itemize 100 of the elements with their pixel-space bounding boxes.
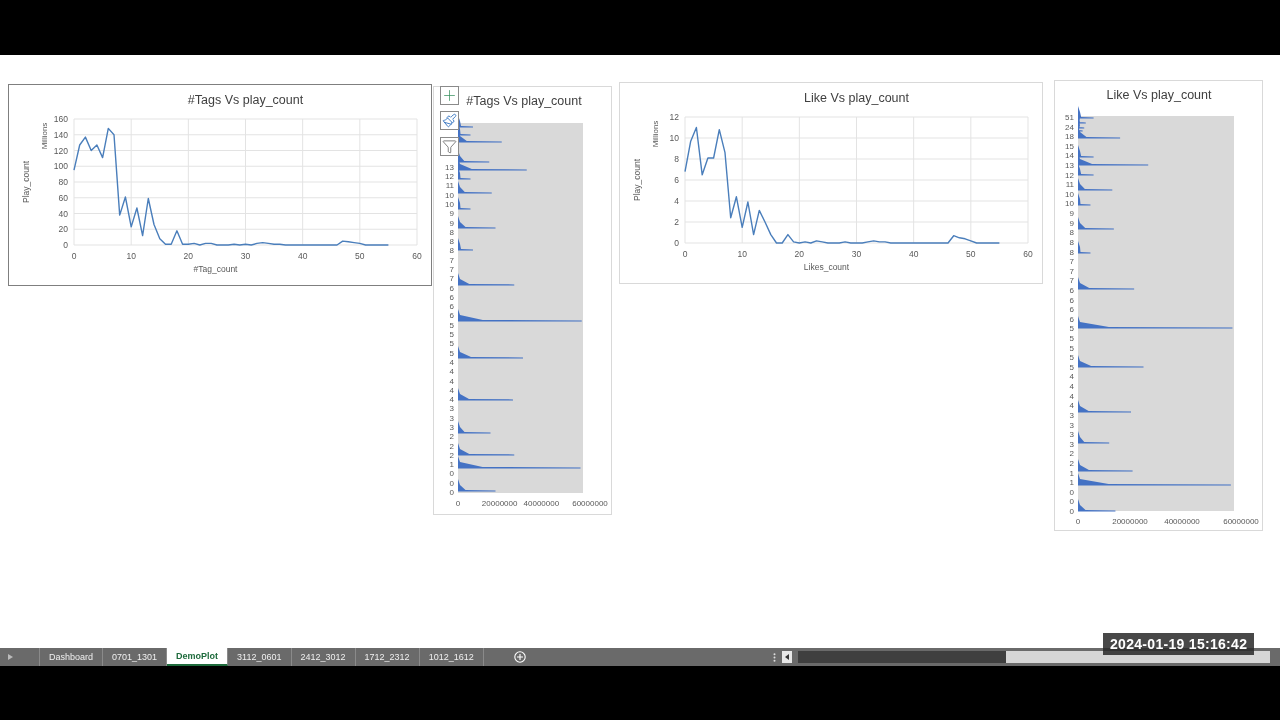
axis-tick-label: 120 xyxy=(53,145,68,156)
axis-tick-label: 13 xyxy=(1065,161,1074,171)
filter-icon xyxy=(442,139,457,154)
axis-tick-label: 3 xyxy=(1069,420,1074,430)
chart-panel[interactable]: #Tags Vs play_count 13 12 11 10 10 9 9 8 8 8 7 7 7 6 6 6 6 5 5 5 5 4 4 4 4 4 3 3 3 2 2 2 1 0 0 0 0 20000000 40000000 60000000 xyxy=(433,86,612,515)
axis-tick-label: 8 xyxy=(1069,237,1074,247)
axis-tick-label: 8 xyxy=(674,154,679,164)
chart-title: #Tags Vs play_count xyxy=(466,94,582,108)
axis-tick-label: 7 xyxy=(449,265,454,275)
chart-panel[interactable]: Like Vs play_count 0 2 4 6 8 10 12 0 10 20 30 40 50 60 Likes_count Play_count Millions xyxy=(619,82,1043,284)
axis-title: #Tag_count xyxy=(193,264,238,274)
axis-tick-label: 7 xyxy=(1069,257,1074,267)
axis-tick-label: 2 xyxy=(449,432,454,442)
add-sheet-icon[interactable] xyxy=(513,651,526,663)
plus-icon xyxy=(441,87,458,104)
axis-tick-label: 6 xyxy=(449,292,454,302)
scroll-tabs-icon[interactable] xyxy=(8,654,13,660)
axis-unit-label: Millions xyxy=(651,120,660,148)
axis-tick-label: 3 xyxy=(449,413,454,423)
axis-tick-label: 2 xyxy=(674,217,679,227)
axis-tick-label: 10 xyxy=(1065,199,1074,209)
chart-elements-button[interactable] xyxy=(440,86,459,105)
axis-tick-label: 4 xyxy=(449,357,454,367)
axis-tick-label: 7 xyxy=(449,255,454,265)
axis-tick-label: 5 xyxy=(449,339,454,349)
axis-tick-label: 0 xyxy=(63,240,68,250)
chart-title: Like Vs play_count xyxy=(1106,88,1212,102)
axis-unit-label: Millions xyxy=(40,122,49,150)
axis-tick-label: 8 xyxy=(1069,228,1074,238)
axis-tick-label: 40 xyxy=(297,251,308,261)
axis-tick-label: 5 xyxy=(449,320,454,330)
axis-tick-label: 60000000 xyxy=(572,499,608,508)
axis-tick-label: 0 xyxy=(1075,517,1081,526)
axis-tick-label: 1 xyxy=(449,460,454,470)
axis-tick-label: 1 xyxy=(1069,468,1074,478)
axis-tick-label: 40000000 xyxy=(1164,517,1200,526)
axis-tick-label: 5 xyxy=(449,348,454,358)
axis-tick-label: 11 xyxy=(1065,180,1074,190)
axis-tick-label: 1 xyxy=(1069,478,1074,488)
axis-tick-label: 4 xyxy=(449,376,454,386)
axis-tick-label: 11 xyxy=(445,181,454,191)
axis-tick-label: 10 xyxy=(737,249,747,259)
axis-tick-label: 15 xyxy=(1065,141,1074,151)
axis-tick-label: 7 xyxy=(1069,266,1074,276)
axis-tick-label: 8 xyxy=(449,227,454,237)
left-arrow-icon xyxy=(785,654,789,660)
split-handle-icon[interactable] xyxy=(773,652,776,662)
axis-tick-label: 3 xyxy=(449,404,454,414)
axis-tick-label: 2 xyxy=(449,441,454,451)
scroll-left-button[interactable] xyxy=(782,651,792,663)
axis-tick-label: 18 xyxy=(1065,132,1074,142)
axis-tick-label: 10 xyxy=(445,190,454,200)
chart-styles-button[interactable] xyxy=(440,111,459,130)
axis-tick-label: 6 xyxy=(1069,285,1074,295)
axis-tick-label: 12 xyxy=(669,112,679,122)
axis-tick-label: 9 xyxy=(449,218,454,228)
axis-tick-label: 10 xyxy=(126,251,136,261)
axis-tick-label: 7 xyxy=(1069,276,1074,286)
axis-tick-label: 4 xyxy=(1069,382,1074,392)
sheet-tab[interactable]: DemoPlot xyxy=(167,648,229,666)
axis-tick-label: 160 xyxy=(53,114,68,124)
axis-tick-label: 80 xyxy=(58,177,68,187)
chart-panel[interactable]: Like Vs play_count 51 24 18 15 14 13 12 11 10 10 9 9 8 8 8 7 7 7 6 6 6 6 5 5 5 5 5 4 4 4 4 3 3 3 3 2 2 1 1 0 0 0 0 20000000 40000000 60000000 xyxy=(1054,80,1263,531)
axis-tick-label: 24 xyxy=(1065,122,1074,132)
axis-tick-label: 5 xyxy=(1069,324,1074,334)
axis-tick-label: 14 xyxy=(1065,151,1074,161)
axis-tick-label: 5 xyxy=(1069,334,1074,343)
axis-tick-label: 60000000 xyxy=(1223,517,1259,526)
axis-tick-label: 4 xyxy=(674,196,679,206)
axis-tick-label: 2 xyxy=(1069,449,1074,459)
axis-tick-label: 0 xyxy=(449,478,454,488)
axis-tick-label: 0 xyxy=(449,469,454,479)
axis-tick-label: 3 xyxy=(449,422,454,432)
axis-tick-label: 8 xyxy=(449,246,454,256)
timestamp: 2024-01-19 15:16:42 xyxy=(1103,633,1255,655)
axis-tick-label: 12 xyxy=(445,172,454,182)
axis-tick-label: 6 xyxy=(1069,305,1074,315)
axis-tick-label: 4 xyxy=(1069,391,1074,401)
axis-tick-label: 6 xyxy=(449,283,454,293)
axis-title: Likes_count xyxy=(803,262,850,272)
axis-tick-label: 40000000 xyxy=(523,499,560,508)
axis-tick-label: 4 xyxy=(1069,401,1074,411)
axis-tick-label: 6 xyxy=(449,311,454,321)
axis-tick-label: 0 xyxy=(682,249,688,259)
axis-tick-label: 4 xyxy=(449,367,454,377)
axis-tick-label: 9 xyxy=(1069,209,1074,219)
axis-tick-label: 0 xyxy=(455,499,461,508)
chart-filters-button[interactable] xyxy=(440,137,459,156)
axis-tick-label: 30 xyxy=(240,251,251,261)
axis-tick-label: 4 xyxy=(449,395,454,405)
axis-tick-label: 0 xyxy=(674,238,679,248)
paintbrush-icon xyxy=(442,113,457,128)
axis-tick-label: 2 xyxy=(1069,458,1074,468)
axis-tick-label: 13 xyxy=(445,162,454,172)
axis-tick-label: 6 xyxy=(1069,314,1074,324)
axis-tick-label: 0 xyxy=(1069,487,1074,497)
axis-tick-label: 20000000 xyxy=(481,499,518,508)
axis-tick-label: 0 xyxy=(449,488,454,497)
axis-tick-label: 100 xyxy=(53,161,68,172)
axis-tick-label: 9 xyxy=(449,209,454,219)
